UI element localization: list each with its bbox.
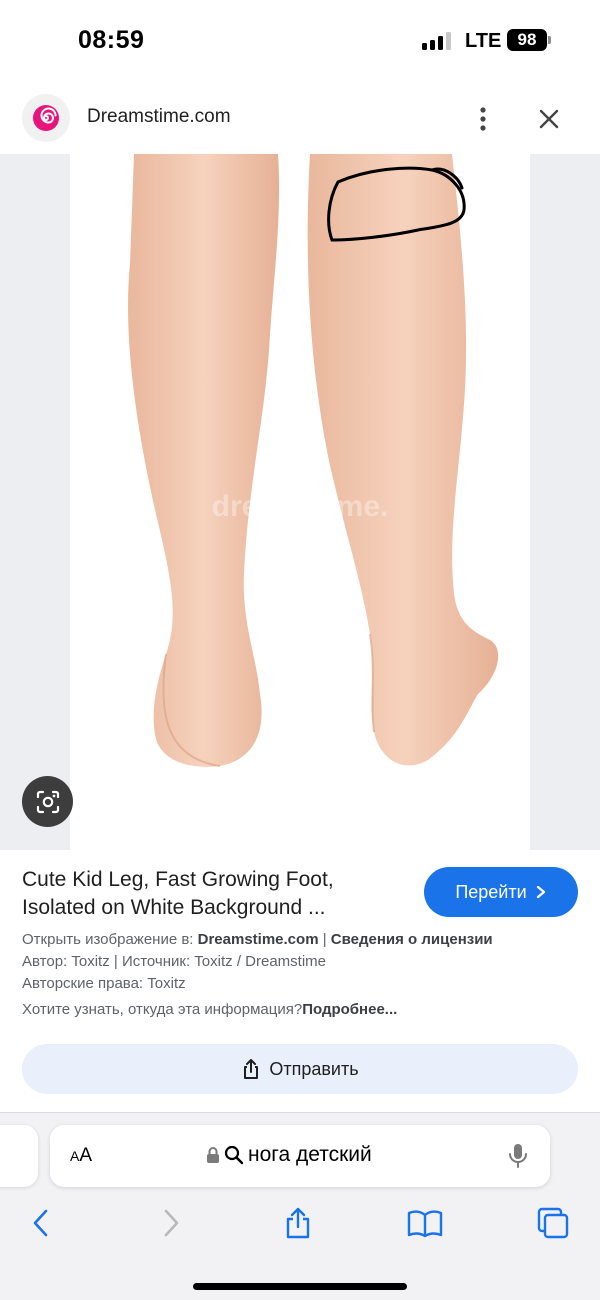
result-info: Cute Kid Leg, Fast Growing Foot, Isolate… xyxy=(0,850,600,1112)
lock-icon xyxy=(207,1147,219,1163)
share-button[interactable]: Отправить xyxy=(22,1044,578,1094)
address-text: нога детский xyxy=(248,1143,372,1166)
copyright-line: Авторские права: Toxitz xyxy=(22,975,186,992)
network-label: LTE xyxy=(465,30,502,52)
author-line: Автор: Toxitz | Источник: Toxitz / Dream… xyxy=(22,953,326,970)
search-icon xyxy=(224,1145,244,1165)
share-icon xyxy=(244,1059,259,1079)
separator: | xyxy=(322,931,327,948)
status-time: 08:59 xyxy=(78,26,145,54)
source-header: Dreamstime.com xyxy=(0,84,600,154)
address-field[interactable]: нога детский xyxy=(206,1143,372,1167)
hint-text: Хотите узнать, откуда эта информация? xyxy=(22,1001,303,1018)
status-bar: 08:59 LTE 98 xyxy=(0,0,600,84)
battery-tip xyxy=(548,36,551,44)
address-bar[interactable]: AA нога детский xyxy=(50,1125,550,1187)
tabs-icon[interactable] xyxy=(531,1201,575,1245)
image-viewer[interactable]: dreamstime. xyxy=(0,154,600,850)
more-options-icon[interactable] xyxy=(470,104,496,134)
visit-button[interactable]: Перейти xyxy=(424,867,578,917)
learn-more-link[interactable]: Подробнее... xyxy=(302,1001,397,1018)
license-link[interactable]: Сведения о лицензии xyxy=(331,931,493,948)
signal-icon xyxy=(422,32,454,50)
close-icon[interactable] xyxy=(534,104,564,134)
home-indicator[interactable] xyxy=(193,1283,407,1290)
camera-lens-icon xyxy=(36,790,59,813)
dreamstime-spiral-icon xyxy=(22,94,70,142)
share-label: Отправить xyxy=(269,1058,359,1079)
battery-icon: 98 xyxy=(507,29,547,51)
open-in-site-link[interactable]: Dreamstime.com xyxy=(198,931,319,948)
text-size-button[interactable]: AA xyxy=(70,1145,92,1167)
bookmarks-icon[interactable] xyxy=(403,1201,447,1245)
leg-photo[interactable]: dreamstime. xyxy=(70,154,530,850)
previous-tab[interactable] xyxy=(0,1125,38,1187)
back-icon[interactable] xyxy=(19,1201,63,1245)
visit-label: Перейти xyxy=(455,881,527,902)
forward-icon[interactable] xyxy=(149,1201,193,1245)
open-in-label: Открыть изображение в: xyxy=(22,931,194,948)
result-title[interactable]: Cute Kid Leg, Fast Growing Foot, Isolate… xyxy=(22,866,402,922)
chevron-right-icon xyxy=(536,885,545,899)
image-meta: Открыть изображение в: Dreamstime.com | … xyxy=(22,929,582,995)
watermark: dreamstime. xyxy=(212,490,389,523)
microphone-icon[interactable] xyxy=(508,1142,528,1175)
site-name[interactable]: Dreamstime.com xyxy=(87,106,231,128)
share-icon[interactable] xyxy=(276,1201,320,1245)
source-hint: Хотите узнать, откуда эта информация?Под… xyxy=(22,1001,397,1018)
browser-toolbar: AA нога детский xyxy=(0,1112,600,1300)
browser-nav xyxy=(0,1201,600,1245)
lens-search-button[interactable] xyxy=(22,776,73,827)
